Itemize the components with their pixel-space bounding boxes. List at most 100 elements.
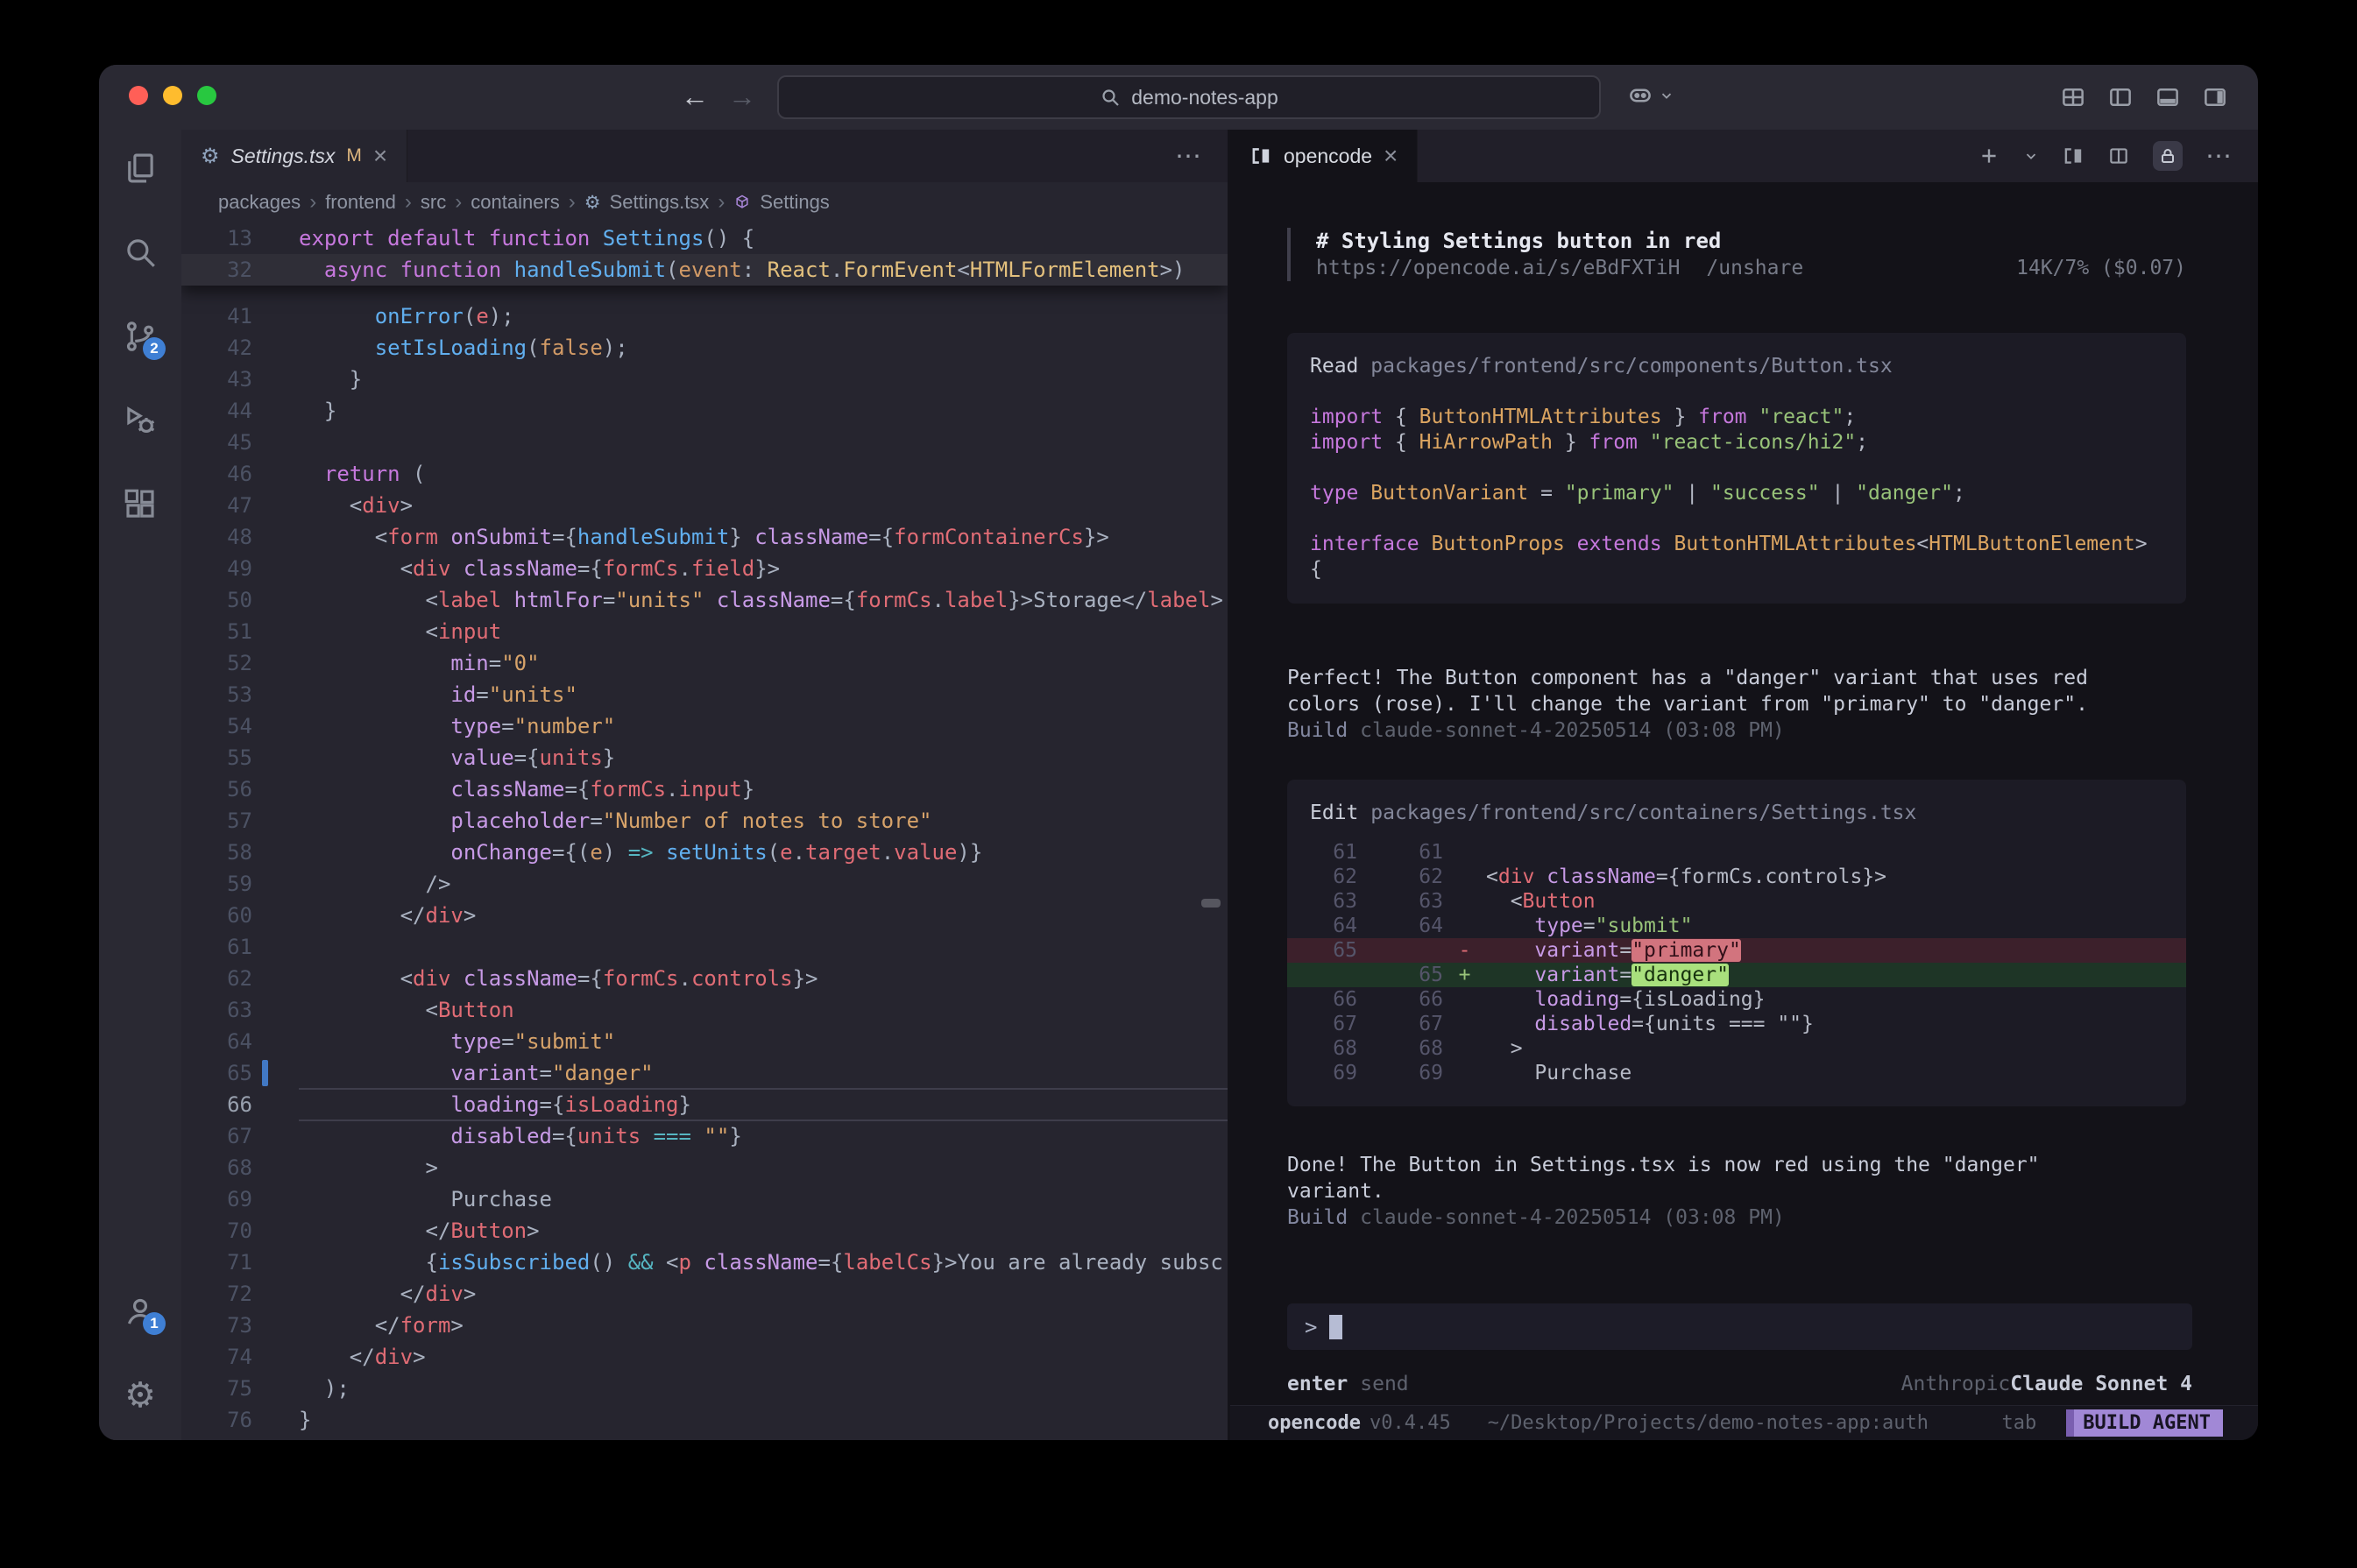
- tab-opencode[interactable]: opencode ×: [1230, 130, 1418, 182]
- line-number[interactable]: 58: [181, 837, 252, 868]
- line-number[interactable]: 67: [181, 1120, 252, 1152]
- forward-arrow-icon[interactable]: →: [728, 77, 756, 116]
- sidebar-item-source-control[interactable]: 2: [121, 317, 159, 356]
- code-line[interactable]: 62 <div className={formCs.controls}>: [181, 963, 1228, 994]
- code-line[interactable]: 69 Purchase: [181, 1183, 1228, 1215]
- code-line[interactable]: 13export default function Settings() {: [181, 222, 1228, 254]
- code-line[interactable]: 54 type="number": [181, 710, 1228, 742]
- line-number[interactable]: 45: [181, 427, 252, 458]
- command-center-search[interactable]: demo-notes-app: [777, 75, 1601, 119]
- line-number[interactable]: 50: [181, 584, 252, 616]
- code-editor[interactable]: 41 onError(e);42 setIsLoading(false);43 …: [181, 222, 1228, 1440]
- more-actions-icon[interactable]: ⋯: [1175, 141, 1203, 172]
- prompt-input[interactable]: >: [1287, 1303, 2192, 1350]
- line-number[interactable]: 43: [181, 364, 252, 395]
- code-line[interactable]: 55 value={units}: [181, 742, 1228, 773]
- line-number[interactable]: 59: [181, 868, 252, 900]
- code-line[interactable]: 71 {isSubscribed() && <p className={labe…: [181, 1247, 1228, 1278]
- line-number[interactable]: 70: [181, 1215, 252, 1247]
- line-number[interactable]: 32: [181, 254, 252, 286]
- code-line[interactable]: 41 onError(e);: [181, 300, 1228, 332]
- line-number[interactable]: 65: [181, 1057, 252, 1089]
- sidebar-item-settings[interactable]: ⚙: [121, 1376, 159, 1415]
- line-number[interactable]: 41: [181, 300, 252, 332]
- line-number[interactable]: 74: [181, 1341, 252, 1373]
- breadcrumb-item[interactable]: packages: [218, 191, 301, 214]
- close-icon[interactable]: ×: [373, 144, 387, 168]
- code-line[interactable]: 51 <input: [181, 616, 1228, 647]
- line-number[interactable]: 52: [181, 647, 252, 679]
- line-number[interactable]: 57: [181, 805, 252, 837]
- close-window-button[interactable]: [129, 86, 148, 105]
- line-number[interactable]: 66: [181, 1089, 252, 1120]
- opencode-terminal[interactable]: # Styling Settings button in red https:/…: [1230, 182, 2258, 1405]
- code-line[interactable]: 60 </div>: [181, 900, 1228, 931]
- code-line[interactable]: 64 type="submit": [181, 1026, 1228, 1057]
- line-number[interactable]: 60: [181, 900, 252, 931]
- tab-settings-tsx[interactable]: ⚙ Settings.tsx M ×: [181, 130, 407, 182]
- code-line[interactable]: 50 <label htmlFor="units" className={for…: [181, 584, 1228, 616]
- line-number[interactable]: 69: [181, 1183, 252, 1215]
- breadcrumb-item[interactable]: Settings: [760, 191, 830, 214]
- line-number[interactable]: 44: [181, 395, 252, 427]
- chevron-down-icon[interactable]: [2023, 148, 2039, 164]
- code-line[interactable]: 61: [181, 931, 1228, 963]
- code-line[interactable]: 68 >: [181, 1152, 1228, 1183]
- split-editor-icon[interactable]: [2107, 145, 2130, 167]
- unshare-link[interactable]: /unshare: [1706, 255, 1803, 281]
- code-line[interactable]: 45: [181, 427, 1228, 458]
- agent-badge[interactable]: BUILD AGENT: [2066, 1409, 2223, 1437]
- customize-layout-icon[interactable]: [2060, 84, 2086, 110]
- code-line[interactable]: 32 async function handleSubmit(event: Re…: [181, 254, 1228, 286]
- line-number[interactable]: 47: [181, 490, 252, 521]
- sidebar-item-extensions[interactable]: [121, 485, 159, 524]
- lock-toggle[interactable]: [2153, 141, 2183, 171]
- code-line[interactable]: 49 <div className={formCs.field}>: [181, 553, 1228, 584]
- line-number[interactable]: 71: [181, 1247, 252, 1278]
- line-number[interactable]: 63: [181, 994, 252, 1026]
- code-line[interactable]: 66 loading={isLoading}: [181, 1089, 1228, 1120]
- scrollbar-thumb[interactable]: [1201, 899, 1221, 908]
- code-line[interactable]: 47 <div>: [181, 490, 1228, 521]
- code-line[interactable]: 76}: [181, 1404, 1228, 1436]
- line-number[interactable]: 49: [181, 553, 252, 584]
- line-number[interactable]: 64: [181, 1026, 252, 1057]
- new-terminal-icon[interactable]: [1978, 145, 2000, 167]
- code-line[interactable]: 65 variant="danger": [181, 1057, 1228, 1089]
- toggle-panel-bottom-icon[interactable]: [2155, 84, 2181, 110]
- code-line[interactable]: 43 }: [181, 364, 1228, 395]
- code-line[interactable]: 53 id="units": [181, 679, 1228, 710]
- line-number[interactable]: 48: [181, 521, 252, 553]
- line-number[interactable]: 55: [181, 742, 252, 773]
- code-line[interactable]: 70 </Button>: [181, 1215, 1228, 1247]
- maximize-window-button[interactable]: [197, 86, 216, 105]
- line-number[interactable]: 75: [181, 1373, 252, 1404]
- line-number[interactable]: 42: [181, 332, 252, 364]
- line-number[interactable]: 54: [181, 710, 252, 742]
- line-number[interactable]: 53: [181, 679, 252, 710]
- back-arrow-icon[interactable]: ←: [681, 77, 709, 116]
- breadcrumb-item[interactable]: containers: [471, 191, 560, 214]
- line-number[interactable]: 76: [181, 1404, 252, 1436]
- sidebar-item-explorer[interactable]: [121, 149, 159, 187]
- close-icon[interactable]: ×: [1384, 144, 1398, 168]
- line-number[interactable]: 51: [181, 616, 252, 647]
- code-line[interactable]: 59 />: [181, 868, 1228, 900]
- line-number[interactable]: 73: [181, 1310, 252, 1341]
- code-line[interactable]: 73 </form>: [181, 1310, 1228, 1341]
- toggle-sidebar-right-icon[interactable]: [2202, 84, 2228, 110]
- opencode-logo-icon[interactable]: [2062, 145, 2084, 167]
- breadcrumb-item[interactable]: Settings.tsx: [610, 191, 710, 214]
- code-line[interactable]: 58 onChange={(e) => setUnits(e.target.va…: [181, 837, 1228, 868]
- sidebar-item-search[interactable]: [121, 233, 159, 272]
- copilot-menu[interactable]: [1627, 82, 1674, 109]
- breadcrumb-item[interactable]: frontend: [325, 191, 396, 214]
- line-number[interactable]: 68: [181, 1152, 252, 1183]
- line-number[interactable]: 62: [181, 963, 252, 994]
- code-line[interactable]: 46 return (: [181, 458, 1228, 490]
- code-line[interactable]: 56 className={formCs.input}: [181, 773, 1228, 805]
- code-line[interactable]: 74 </div>: [181, 1341, 1228, 1373]
- sidebar-item-account[interactable]: 1: [121, 1292, 159, 1331]
- session-share-url[interactable]: https://opencode.ai/s/eBdFXTiH: [1316, 255, 1680, 281]
- code-line[interactable]: 67 disabled={units === ""}: [181, 1120, 1228, 1152]
